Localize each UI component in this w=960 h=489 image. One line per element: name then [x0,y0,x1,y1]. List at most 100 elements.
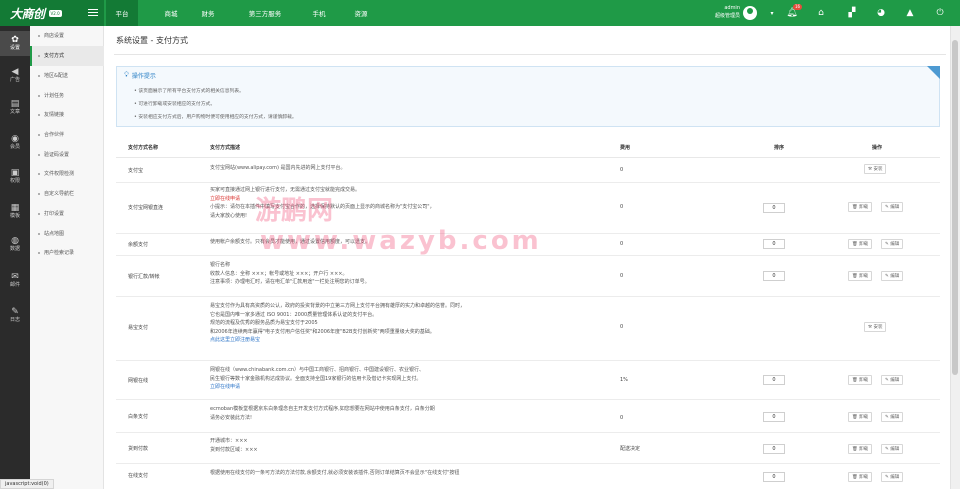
edit-button[interactable]: ✎ 编辑 [881,444,904,454]
sidebar-label: 文章 [9,109,20,115]
sidebar-item-logs[interactable]: ✎ 日志 [0,303,30,328]
edit-button[interactable]: ✎ 编辑 [881,202,904,212]
sidebar-item-data[interactable]: ◍ 数据 [0,232,30,257]
payment-fee: 0 [620,273,624,279]
uninstall-button[interactable]: 🗑︎ 卸载 [848,472,873,482]
payment-desc: 银行名称 收款人信息：全称 ×××；帐号或地址 ×××；开户行 ×××。 注意事… [210,262,370,285]
install-button[interactable]: ⚒ 安装 [864,322,887,332]
edit-button[interactable]: ✎ 编辑 [881,239,904,249]
lightbulb-icon: 💡︎ [124,71,129,79]
divider [116,182,940,183]
nav-tab-platform[interactable]: 平台 [106,0,138,26]
browser-status-bar: javascript:void(0) [0,479,54,489]
nav-tab-mobile[interactable]: 手机 [302,0,336,26]
payment-desc: 根据使用在线支付的一条可方法的方法付款,余额支付,就必须安装该插件,否则订单结算… [210,470,460,476]
tips-corner[interactable] [927,66,940,79]
avatar-head [747,8,753,14]
menu-toggle-icon[interactable] [88,9,98,17]
edit-button[interactable]: ✎ 编辑 [881,271,904,281]
payment-fee: 0 [620,241,624,247]
order-input[interactable]: 0 [763,271,785,281]
nav-tab-third-party[interactable]: 第三方服务 [236,0,294,26]
order-input[interactable]: 0 [763,444,785,454]
sidebar-item-articles[interactable]: ▤ 文章 [0,95,30,120]
uninstall-button[interactable]: 🗑︎ 卸载 [848,375,873,385]
subnav-item[interactable]: 合作伙伴 [30,125,104,145]
subnav-item[interactable]: 计划任务 [30,86,104,106]
subnav-item[interactable]: 验证码设置 [30,145,104,165]
subnav-item[interactable]: 用户检索记录 [30,243,104,263]
sidebar-item-members[interactable]: ◉ 会员 [0,130,30,155]
order-input[interactable]: 0 [763,375,785,385]
payment-fee: 配送决定 [620,446,641,452]
divider [114,54,946,55]
uninstall-button[interactable]: 🗑︎ 卸载 [848,271,873,281]
payment-fee: 1% [620,377,628,383]
edit-button[interactable]: ✎ 编辑 [881,375,904,385]
register-link[interactable]: 点此这里立即注册易宝 [210,336,540,345]
payment-name: 余额支付 [128,242,149,248]
edit-button[interactable]: ✎ 编辑 [881,412,904,422]
payment-name: 网银在线 [128,378,149,384]
scrollbar-thumb[interactable] [952,40,958,375]
subnav-item-active[interactable]: 支付方式 [30,46,104,66]
uninstall-button[interactable]: 🗑︎ 卸载 [848,444,873,454]
edit-button[interactable]: ✎ 编辑 [881,472,904,482]
payment-name: 支付宝网银直连 [128,205,164,211]
subnav-item[interactable]: 商店设置 [30,26,104,46]
divider [116,157,940,158]
order-input[interactable]: 0 [763,412,785,422]
sidebar-item-permissions[interactable]: ▣ 权限 [0,164,30,189]
template-icon: ▦ [10,203,20,213]
watermark-logo: 游鹏网 [255,196,334,226]
admin-info[interactable]: admin 超级管理员 [700,4,740,20]
nav-tab-resources[interactable]: 资源 [344,0,378,26]
notification-badge: 16 [793,4,803,10]
payment-name: 银行汇款/转帐 [128,274,160,280]
sidebar-label: 模板 [9,213,20,219]
sidebar-item-mail[interactable]: ✉ 邮件 [0,268,30,293]
install-button[interactable]: ⚒ 安装 [864,164,887,174]
tips-title: 💡︎ 操作提示 [124,71,156,80]
order-input[interactable]: 0 [763,239,785,249]
subnav-item[interactable]: 文件权限检测 [30,164,104,184]
uninstall-button[interactable]: 🗑︎ 卸载 [848,202,873,212]
sitemap-icon[interactable]: ▞ [840,0,864,26]
subnav-item[interactable]: 打印设置 [30,204,104,224]
palette-icon[interactable]: ◕ [869,0,893,26]
col-header-name: 支付方式名称 [128,145,159,151]
divider [116,360,940,361]
nav-tab-finance[interactable]: 财务 [192,0,224,26]
gear-icon: ✿ [11,35,19,45]
payment-name: 货到付款 [128,446,149,452]
payment-name: 易宝支付 [128,325,149,331]
sidebar-item-templates[interactable]: ▦ 模板 [0,199,30,224]
order-input[interactable]: 0 [763,472,785,482]
tip-line: • 安装相应支付方式后，用户购物时便可使用相应的支付方式，请谨慎卸载。 [134,115,297,120]
order-input[interactable]: 0 [763,203,785,213]
sidebar-label: 权限 [9,178,20,184]
page-title: 系统设置 - 支付方式 [116,36,188,45]
mail-icon: ✉ [11,272,19,282]
divider [116,296,940,297]
payment-name: 白条支付 [128,414,149,420]
uninstall-button[interactable]: 🗑︎ 卸载 [848,412,873,422]
apply-link[interactable]: 立即在线申请 [210,383,540,392]
payment-desc: 开通城市：××× 货到付款区域：××× [210,438,258,453]
clean-icon[interactable]: ▲ [898,0,922,26]
home-icon[interactable]: ⌂ [809,0,833,26]
tip-line: • 该页面展示了所有平台支付方式的相关信息列表。 [134,89,244,94]
sidebar-item-ads[interactable]: ◀ 广告 [0,63,30,88]
admin-name: admin [724,5,740,11]
trash-icon: 🗑︎ [852,414,860,420]
subnav-item[interactable]: 地区&配送 [30,66,104,86]
subnav-item[interactable]: 自定义导航栏 [30,184,104,204]
log-icon: ✎ [11,307,19,317]
payment-fee: 0 [620,167,624,173]
uninstall-button[interactable]: 🗑︎ 卸载 [848,239,873,249]
subnav-item[interactable]: 站点地图 [30,224,104,244]
nav-tab-mall[interactable]: 商城 [154,0,188,26]
power-icon[interactable]: ⏻ [928,0,952,26]
sidebar-item-settings[interactable]: ✿ 设置 [0,31,30,56]
subnav-item[interactable]: 友情链接 [30,105,104,125]
